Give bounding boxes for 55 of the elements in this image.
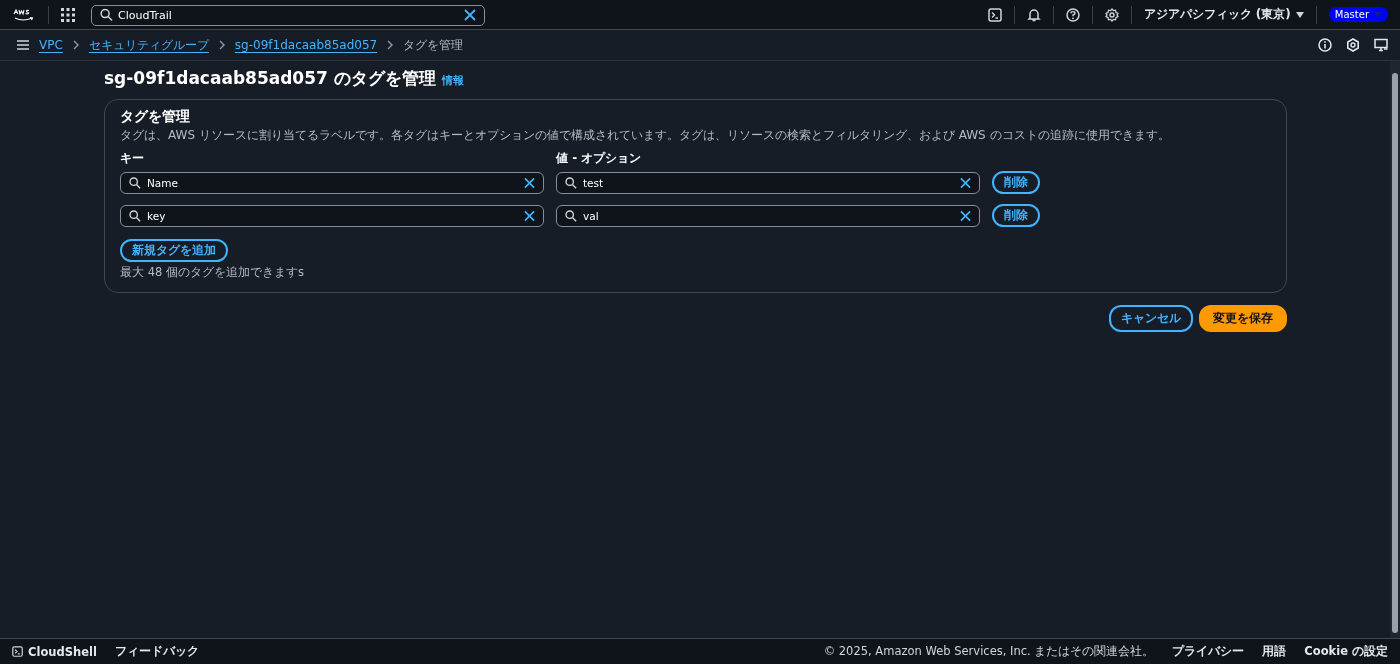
footer-link[interactable]: プライバシー <box>1172 644 1245 659</box>
clear-icon[interactable] <box>524 210 535 221</box>
hexagon-icon[interactable] <box>1346 38 1360 52</box>
breadcrumb-link[interactable]: sg-09f1dacaab85ad057 <box>234 38 378 52</box>
scrollbar[interactable] <box>1390 61 1400 638</box>
search-icon <box>565 176 577 189</box>
region-dropdown[interactable]: アジアパシフィック (東京) <box>1143 6 1304 23</box>
breadcrumb-current: タグを管理 <box>403 36 464 54</box>
chevron-right-icon <box>72 40 79 50</box>
terminal-icon[interactable] <box>987 7 1002 22</box>
feedback-link[interactable]: フィードバック <box>114 644 199 659</box>
footer-link[interactable]: 用語 <box>1262 644 1287 659</box>
clear-icon[interactable] <box>960 210 971 221</box>
key-field[interactable]: key <box>120 204 544 227</box>
value-field[interactable]: val <box>556 204 980 227</box>
key-label: キー <box>120 150 144 167</box>
terminal-icon <box>12 646 23 657</box>
cloudshell-link[interactable]: CloudShell <box>12 644 97 659</box>
key-field[interactable]: Name <box>120 171 544 194</box>
clear-icon[interactable] <box>464 8 476 21</box>
tag-limit-hint: 最大 48 個のタグを追加できますs <box>120 265 305 280</box>
panel-description: タグは、AWS リソースに割り当てるラベルです。各タグはキーとオプションの値で構成されています。タグは、リソースの検索とフィルタリング、および AWS のコストの追跡に使用できます。 <box>120 127 1171 144</box>
cancel-button[interactable]: キャンセル <box>1109 305 1193 332</box>
panel-title: タグを管理 <box>120 108 191 126</box>
add-tag-button[interactable]: 新規タグを追加 <box>120 239 228 262</box>
menu-icon[interactable] <box>17 40 29 50</box>
chevron-right-icon <box>387 40 394 50</box>
help-icon[interactable] <box>1065 7 1080 22</box>
breadcrumb-link[interactable]: セキュリティグループ <box>88 36 209 54</box>
settings-icon[interactable] <box>1104 7 1119 22</box>
remove-button[interactable]: 削除 <box>992 171 1040 194</box>
info-icon[interactable] <box>1318 38 1332 52</box>
monitor-icon[interactable] <box>1374 38 1388 52</box>
account-menu[interactable]: Master <box>1328 7 1388 22</box>
search-icon <box>100 8 113 21</box>
footer-link[interactable]: Cookie の設定 <box>1304 644 1388 659</box>
info-link[interactable]: 情報 <box>441 74 464 88</box>
search-icon <box>565 209 577 222</box>
caret-icon <box>1295 11 1304 18</box>
breadcrumb-link[interactable]: VPC <box>39 38 63 52</box>
search-field[interactable]: CloudTrail <box>91 5 485 26</box>
clear-icon[interactable] <box>524 177 535 188</box>
chevron-right-icon <box>218 40 225 50</box>
search-icon <box>129 176 141 189</box>
value-field[interactable]: test <box>556 171 980 194</box>
save-button[interactable]: 変更を保存 <box>1199 305 1287 332</box>
copyright-text: © 2025, Amazon Web Services, Inc. またはその関連会社。 <box>823 644 1155 659</box>
search-icon <box>129 209 141 222</box>
caret-icon <box>1374 11 1382 18</box>
page-title: sg-09f1dacaab85ad057 のタグを管理 <box>104 67 436 90</box>
value-label: 値 - オプション <box>556 150 642 167</box>
apps-grid-icon[interactable] <box>61 7 75 22</box>
clear-icon[interactable] <box>960 177 971 188</box>
remove-button[interactable]: 削除 <box>992 204 1040 227</box>
bell-icon[interactable] <box>1026 7 1041 22</box>
